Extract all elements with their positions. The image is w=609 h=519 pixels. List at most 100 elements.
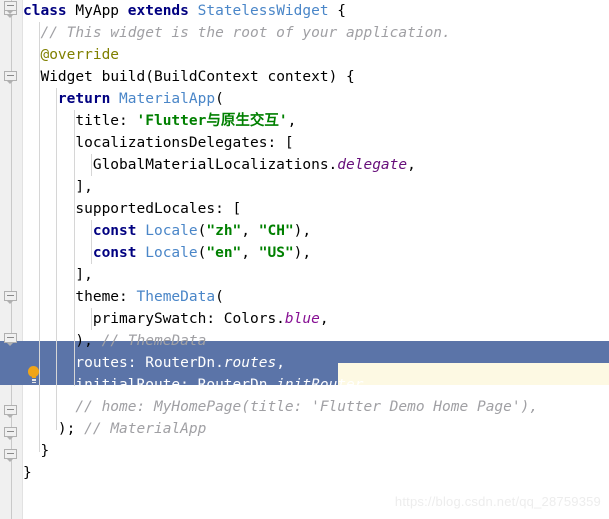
token-receiver-globalmateriallocalizations: GlobalMaterialLocalizations. bbox=[92, 157, 338, 173]
token-string-us: "US" bbox=[258, 245, 294, 261]
code-line-6[interactable]: localizationsDelegates: [ bbox=[23, 132, 294, 154]
code-line-3[interactable]: Widget build(BuildContext context) { bbox=[23, 66, 354, 88]
fold-tip-icon bbox=[6, 14, 14, 18]
token-brace-close-method: } bbox=[40, 443, 50, 459]
fold-minus-icon bbox=[7, 409, 14, 410]
code-line-11[interactable]: const Locale("en", "US"), bbox=[23, 242, 311, 264]
token-comma: , bbox=[241, 223, 259, 239]
fold-tip-icon bbox=[6, 458, 14, 462]
fold-marker-build[interactable] bbox=[4, 70, 18, 84]
fold-minus-icon bbox=[7, 431, 14, 432]
token-string-en: "en" bbox=[206, 245, 242, 261]
token-tail: ), bbox=[293, 245, 312, 261]
token-comma: , bbox=[287, 113, 297, 129]
fold-tip-icon bbox=[6, 300, 14, 304]
code-line-12[interactable]: ], bbox=[23, 264, 93, 286]
token-field-blue: blue bbox=[284, 311, 320, 327]
code-line-8[interactable]: ], bbox=[23, 176, 93, 198]
fold-marker-themedata-end[interactable] bbox=[4, 332, 18, 346]
code-line-18[interactable]: // home: MyHomePage(title: 'Flutter Demo… bbox=[23, 396, 538, 418]
lightbulb-base-ring-2 bbox=[31, 381, 36, 383]
token-class-name: MyApp bbox=[75, 3, 120, 19]
token-comma: , bbox=[319, 311, 329, 327]
token-superclass: StatelessWidget bbox=[197, 3, 329, 19]
code-line-14[interactable]: primarySwatch: Colors.blue, bbox=[23, 308, 329, 330]
token-comment-home: // home: MyHomePage(title: 'Flutter Demo… bbox=[75, 399, 539, 415]
token-keyword-return: return bbox=[57, 91, 111, 107]
token-bracket-close: ], bbox=[75, 267, 93, 283]
code-line-15[interactable]: ), // ThemeData bbox=[23, 330, 206, 352]
token-key-localizationsdelegates: localizationsDelegates: [ bbox=[75, 135, 294, 151]
token-field-delegate: delegate bbox=[337, 157, 408, 173]
code-line-7[interactable]: GlobalMaterialLocalizations.delegate, bbox=[23, 154, 416, 176]
code-line-13[interactable]: theme: ThemeData( bbox=[23, 286, 223, 308]
fold-marker-themedata[interactable] bbox=[4, 290, 18, 304]
token-return-type: Widget bbox=[40, 69, 93, 85]
code-line-9[interactable]: supportedLocales: [ bbox=[23, 198, 241, 220]
code-line-4[interactable]: return MaterialApp( bbox=[23, 88, 224, 110]
token-keyword-extends: extends bbox=[127, 3, 189, 19]
token-field-initrouter: initRouter bbox=[276, 377, 364, 393]
token-comma: , bbox=[363, 377, 373, 393]
token-tail: ), bbox=[293, 223, 312, 239]
fold-minus-icon bbox=[7, 5, 14, 6]
fold-tip-icon bbox=[6, 80, 14, 84]
code-line-10[interactable]: const Locale("zh", "CH"), bbox=[23, 220, 311, 242]
token-keyword-const: const bbox=[92, 245, 137, 261]
fold-tip-icon bbox=[6, 10, 14, 14]
code-editor[interactable]: class MyApp extends StatelessWidget { //… bbox=[0, 0, 609, 519]
token-comma: , bbox=[241, 245, 259, 261]
fold-tip-icon bbox=[6, 342, 14, 346]
code-line-2[interactable]: @override bbox=[23, 44, 119, 66]
fold-minus-icon bbox=[7, 75, 14, 76]
token-method-open: build( bbox=[92, 69, 154, 85]
token-key-title: title: bbox=[75, 113, 137, 129]
lightbulb-icon[interactable] bbox=[22, 363, 44, 385]
token-close-paren-semicolon: ); bbox=[57, 421, 85, 437]
code-line-20[interactable]: } bbox=[23, 440, 49, 462]
code-line-5[interactable]: title: 'Flutter与原生交互', bbox=[23, 110, 296, 132]
code-line-19[interactable]: ); // MaterialApp bbox=[23, 418, 206, 440]
fold-marker-build-end[interactable] bbox=[4, 426, 18, 440]
token-brace-close-class: } bbox=[23, 465, 32, 481]
token-paren: ( bbox=[215, 91, 224, 107]
code-line-1[interactable]: // This widget is the root of your appli… bbox=[23, 22, 450, 44]
code-line-21[interactable]: } bbox=[23, 462, 32, 484]
token-keyword-const: const bbox=[92, 223, 137, 239]
token-comment-materialapp: // MaterialApp bbox=[84, 421, 207, 437]
code-line-17[interactable]: initialRoute: RouterDn.initRouter, bbox=[23, 374, 372, 396]
fold-marker-materialapp-end[interactable] bbox=[4, 404, 18, 418]
token-field-routes: routes bbox=[223, 355, 277, 371]
token-comma: , bbox=[276, 355, 285, 371]
code-line-0[interactable]: class MyApp extends StatelessWidget { bbox=[23, 0, 346, 22]
code-line-16[interactable]: routes: RouterDn.routes, bbox=[23, 352, 285, 374]
lightbulb-base-ring-1 bbox=[31, 379, 36, 381]
token-annotation-override: @override bbox=[40, 47, 120, 63]
fold-tip-icon bbox=[6, 414, 14, 418]
fold-marker-materialapp[interactable] bbox=[4, 0, 18, 14]
token-bracket-close: ], bbox=[75, 179, 93, 195]
token-class-locale: Locale bbox=[145, 245, 198, 261]
token-key-primaryswatch: primarySwatch: Colors. bbox=[92, 311, 285, 327]
token-brace: { bbox=[328, 3, 347, 19]
fold-marker-class-end[interactable] bbox=[4, 448, 18, 462]
fold-minus-icon bbox=[7, 337, 14, 338]
code-surface[interactable]: class MyApp extends StatelessWidget { //… bbox=[0, 0, 609, 519]
